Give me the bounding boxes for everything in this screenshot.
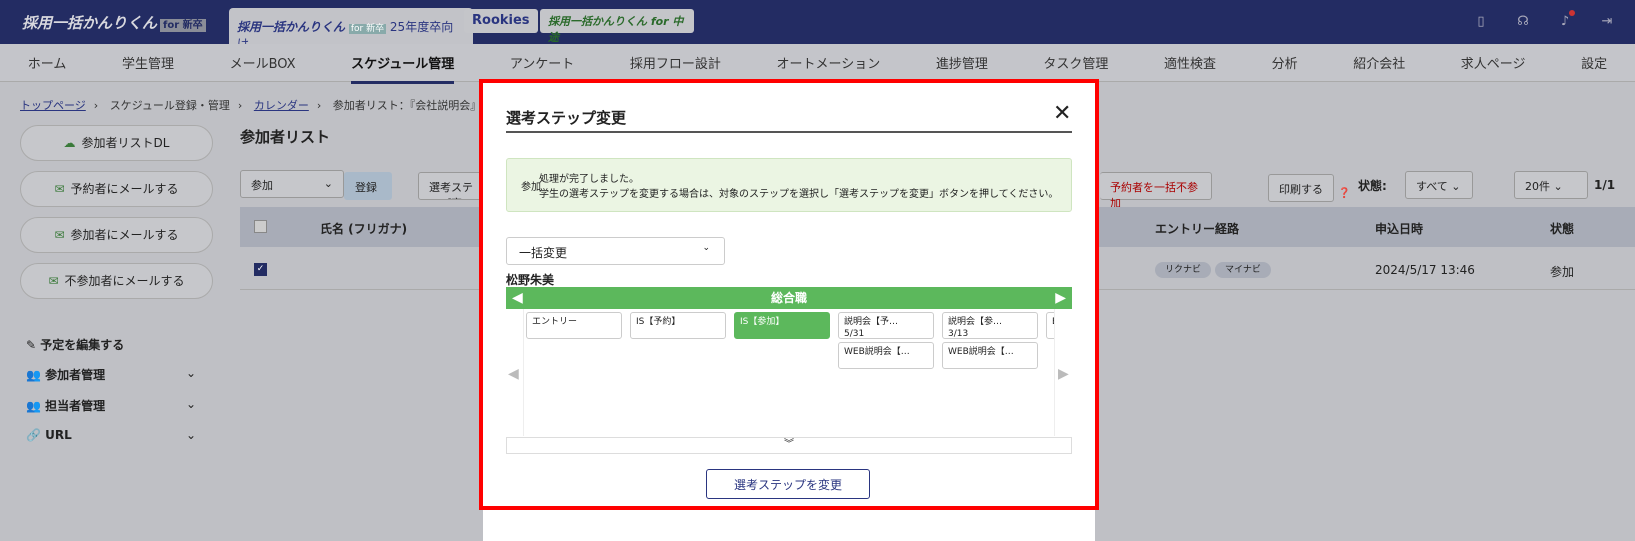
next-flow-icon[interactable]: ▶ — [1055, 287, 1066, 309]
logo[interactable]: 採用一括かんりくん for 新卒 — [22, 12, 206, 33]
mail-attendees-button[interactable]: ✉ 参加者にメールする — [20, 217, 213, 253]
nav-progress[interactable]: 進捗管理 — [936, 53, 988, 72]
edit-schedule-link[interactable]: ✎ 予定を編集する — [26, 336, 124, 353]
nav-home[interactable]: ホーム — [28, 53, 67, 72]
app-header: 採用一括かんりくんfor 新卒 採用一括かんりくん for 新卒 25年度卒向け… — [0, 0, 1635, 51]
student-name: 松野朱美 — [506, 273, 555, 287]
step-briefing-reserve[interactable]: 説明会【予… 5/31 — [838, 312, 934, 339]
rookies-link[interactable]: Rookies — [464, 9, 538, 33]
route-badge: マイナビ — [1215, 262, 1271, 278]
step-is-attend[interactable]: IS【参加】 — [734, 312, 830, 339]
step-change-button[interactable]: 選考ステップ変 — [418, 172, 488, 200]
crumb-schedule: スケジュール登録・管理 — [109, 99, 230, 112]
flow-header: ◀ 総合職 ▶ — [506, 287, 1072, 309]
select-all-checkbox[interactable] — [254, 220, 267, 233]
print-button[interactable]: 印刷する — [1268, 174, 1334, 202]
step-change-modal: 選考ステップ変更 ✕ 参加 処理が完了しました。 学生の選考ステップを変更する場… — [483, 81, 1095, 541]
col-date: 申込日時 — [1375, 222, 1424, 236]
nav-aptitude[interactable]: 適性検査 — [1164, 53, 1216, 72]
route-badges: リクナビ マイナビ — [1155, 261, 1275, 278]
crumb-calendar[interactable]: カレンダー — [254, 99, 309, 112]
menu-url[interactable]: 🔗 URL ⌄ — [26, 428, 206, 442]
prev-flow-icon[interactable]: ◀ — [512, 287, 523, 309]
logout-icon[interactable]: ⇥ — [1599, 14, 1615, 30]
close-icon[interactable]: ✕ — [1053, 101, 1071, 126]
mail-icon: ✉ — [54, 182, 65, 196]
mail-icon: ✉ — [54, 228, 65, 242]
menu-staff[interactable]: 👥 担当者管理 ⌄ — [26, 397, 206, 414]
chevron-down-icon: ⌄ — [186, 366, 197, 380]
breadcrumb: トップページ › スケジュール登録・管理 › カレンダー › 参加者リスト：『会社説明… — [20, 99, 521, 112]
state-select[interactable]: すべて ⌄ — [1405, 171, 1473, 199]
row-checkbox[interactable]: ✓ — [254, 263, 267, 276]
route-badge: リクナビ — [1155, 262, 1212, 278]
product-tab[interactable]: 採用一括かんりくん for 新卒 25年度卒向け ⌄ — [229, 8, 473, 51]
nav-jobs[interactable]: 求人ページ — [1461, 53, 1526, 72]
nav-survey[interactable]: アンケート — [510, 53, 574, 72]
nav-mailbox[interactable]: メールBOX — [230, 53, 296, 72]
nav-tasks[interactable]: タスク管理 — [1043, 53, 1108, 72]
msg-line: 学生の選考ステップを変更する場合は、対象のステップを選択し「選考ステップを変更」… — [539, 189, 1059, 200]
nav-automation[interactable]: オートメーション — [776, 53, 880, 72]
chevron-down-icon: ⌄ — [186, 397, 197, 411]
mail-absentees-button[interactable]: ✉ 不参加者にメールする — [20, 263, 213, 299]
step-entry[interactable]: エントリー — [526, 312, 622, 339]
step-web-briefing[interactable]: WEB説明会【… — [942, 342, 1038, 369]
crumb-top[interactable]: トップページ — [20, 99, 86, 112]
msg-prefix: 参加 — [521, 182, 541, 193]
step-es[interactable]: ES — [1046, 312, 1054, 339]
step-grid: エントリー IS【予約】 IS【参加】 説明会【予… 5/31 説明会【参… 3/1… — [523, 309, 1055, 436]
mail-reserved-button[interactable]: ✉ 予約者にメールする — [20, 171, 213, 207]
nav-flow[interactable]: 採用フロー設計 — [630, 53, 721, 72]
chevron-down-icon: ⌄ — [702, 243, 710, 253]
support-icon[interactable]: ☊ — [1515, 14, 1531, 30]
divider — [506, 131, 1072, 133]
nav-agencies[interactable]: 紹介会社 — [1353, 53, 1405, 72]
apply-date: 2024/5/17 13:46 — [1375, 263, 1475, 277]
col-route: エントリー経路 — [1155, 222, 1240, 236]
change-step-button[interactable]: 選考ステップを変更 — [706, 469, 870, 499]
cloud-download-icon: ☁ — [63, 136, 76, 150]
page-indicator: 1/1 — [1594, 178, 1616, 192]
pencil-icon: ✎ — [26, 338, 41, 352]
users-icon: 👥 — [26, 368, 46, 382]
main-nav: ホーム 学生管理 メールBOX スケジュール管理 アンケート 採用フロー設計 オ… — [0, 44, 1635, 84]
scroll-left-icon[interactable]: ◀ — [508, 366, 519, 382]
step-is-reserve[interactable]: IS【予約】 — [630, 312, 726, 339]
per-page-select[interactable]: 20件 ⌄ — [1514, 171, 1588, 199]
chevron-down-icon: ⌄ — [186, 428, 197, 442]
step-web-briefing[interactable]: WEB説明会【… — [838, 342, 934, 369]
chuto-link[interactable]: 採用一括かんりくん for 中途 — [540, 9, 694, 44]
register-button[interactable]: 登録 — [344, 172, 392, 200]
page-title: 参加者リスト — [240, 128, 331, 146]
bell-icon[interactable]: ♪ — [1557, 10, 1575, 30]
mail-icon: ✉ — [48, 274, 59, 288]
bulk-change-select[interactable]: 一括変更 ⌄ — [506, 237, 725, 265]
row-state: 参加 — [1550, 265, 1575, 279]
download-list-button[interactable]: ☁ 参加者リストDL — [20, 125, 213, 161]
nav-settings[interactable]: 設定 — [1581, 53, 1607, 72]
col-name: 氏名 (フリガナ) — [320, 222, 408, 236]
col-state: 状態 — [1550, 222, 1575, 236]
link-icon: 🔗 — [26, 428, 46, 442]
step-briefing-attend[interactable]: 説明会【参… 3/13 — [942, 312, 1038, 339]
flow-name: 総合職 — [770, 291, 807, 305]
nav-schedule[interactable]: スケジュール管理 — [351, 53, 455, 84]
users-icon: 👥 — [26, 399, 46, 413]
modal-title: 選考ステップ変更 — [506, 109, 627, 127]
scroll-right-icon[interactable]: ▶ — [1058, 366, 1069, 382]
state-label: 状態: — [1358, 179, 1387, 193]
msg-line: 処理が完了しました。 — [539, 174, 639, 185]
status-select[interactable]: 参加 ⌄ — [240, 170, 344, 198]
nav-analysis[interactable]: 分析 — [1272, 53, 1298, 72]
bulk-absent-button[interactable]: 予約者を一括不参加 — [1100, 172, 1212, 210]
nav-students[interactable]: 学生管理 — [122, 53, 174, 72]
menu-attendees[interactable]: 👥 参加者管理 ⌄ — [26, 366, 206, 383]
help-icon[interactable]: ❓ — [1338, 188, 1350, 199]
success-message: 参加 処理が完了しました。 学生の選考ステップを変更する場合は、対象のステップを… — [506, 158, 1072, 212]
manual-icon[interactable]: ▯ — [1473, 14, 1489, 30]
expand-chevron-icon[interactable]: ︾ — [506, 437, 1072, 454]
